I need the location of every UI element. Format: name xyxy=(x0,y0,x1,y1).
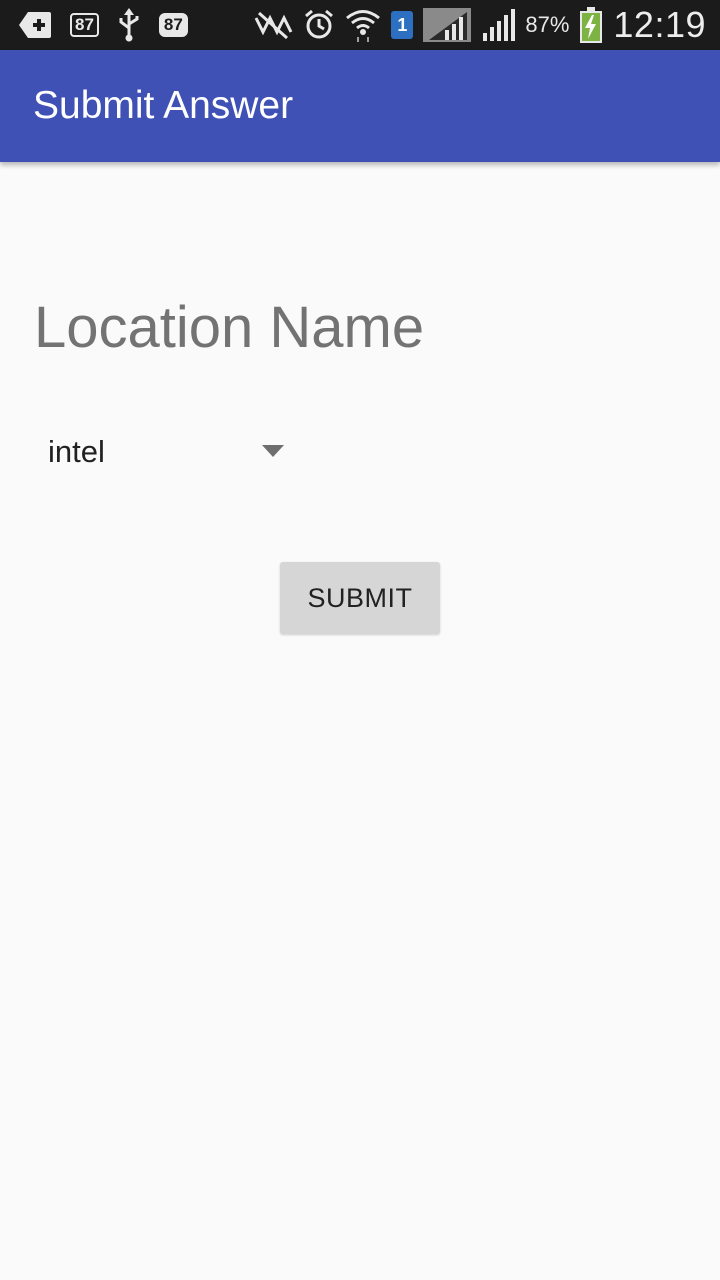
sim-1-icon: 1 xyxy=(391,11,414,39)
wifi-icon xyxy=(345,8,381,42)
sync-87-icon: 87 xyxy=(70,13,99,37)
battery-charging-icon xyxy=(579,7,603,43)
signal-2-icon xyxy=(481,9,516,41)
dropdown-arrow-icon xyxy=(262,445,284,457)
app-title: Submit Answer xyxy=(33,84,294,127)
location-spinner[interactable]: intel xyxy=(32,424,302,480)
status-bar-left: 87 87 xyxy=(18,8,188,42)
usb-icon xyxy=(117,8,141,42)
location-name-heading: Location Name xyxy=(34,295,425,360)
alarm-icon xyxy=(303,9,335,41)
clock: 12:19 xyxy=(613,4,706,45)
signal-1-icon xyxy=(423,8,472,42)
nfc-muted-icon xyxy=(253,10,293,40)
spinner-selected-value: intel xyxy=(48,434,105,469)
battery-percent: 87% xyxy=(525,12,570,37)
status-bar-right: 1 87% 12:19 xyxy=(253,4,706,46)
add-notification-icon xyxy=(18,10,52,40)
submit-button[interactable]: SUBMIT xyxy=(280,562,440,634)
status-bar: 87 87 1 87% 12:19 xyxy=(0,0,720,50)
app-bar: Submit Answer xyxy=(0,50,720,162)
notification-87-icon: 87 xyxy=(158,13,188,37)
